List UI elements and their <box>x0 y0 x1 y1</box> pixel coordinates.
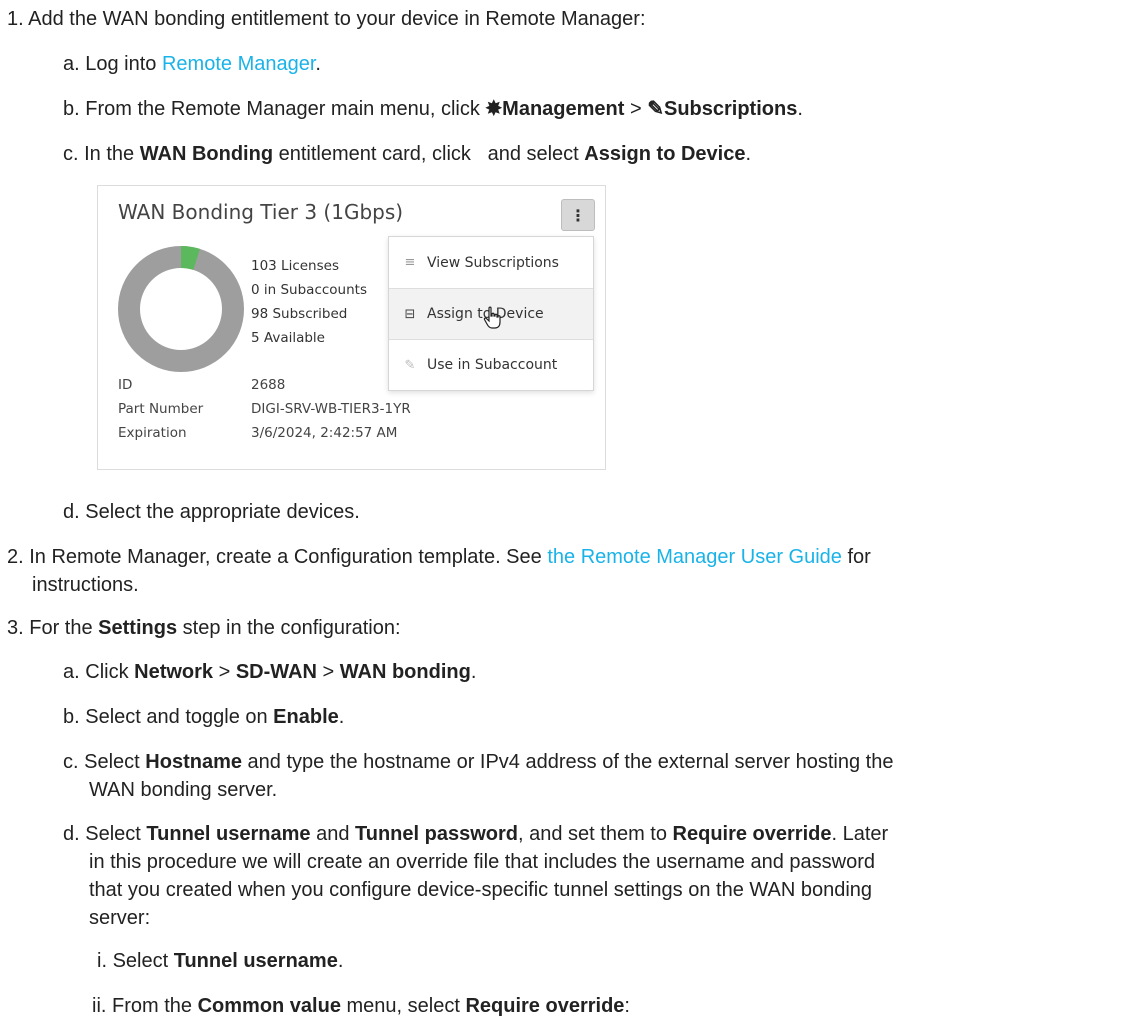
step-3c-line2: WAN bonding server. <box>89 779 278 801</box>
step-3a: a. Click Network > SD-WAN > WAN bonding. <box>63 661 477 683</box>
step-3: 3. For the Settings step in the configur… <box>7 617 401 639</box>
stat-licenses: 103 Licenses <box>251 258 339 274</box>
step-1a: a. Log into Remote Manager. <box>63 53 321 75</box>
step-2: 2. In Remote Manager, create a Configura… <box>7 546 871 568</box>
list-icon: ≡ <box>404 255 416 270</box>
meta-expiration-value: 3/6/2024, 2:42:57 AM <box>251 425 398 441</box>
step-3c: c. Select Hostname and type the hostname… <box>63 751 894 773</box>
pencil-icon: ✎ <box>404 357 416 373</box>
meta-expiration-label: Expiration <box>118 425 187 441</box>
donut-used-segment <box>118 246 244 372</box>
step-3d-line2: in this procedure we will create an over… <box>89 851 875 873</box>
license-donut-chart <box>118 246 244 372</box>
stat-subscribed: 98 Subscribed <box>251 306 348 322</box>
device-icon: ⊟ <box>404 306 416 322</box>
meta-id-label: ID <box>118 377 133 393</box>
step-1b: b. From the Remote Manager main menu, cl… <box>63 98 803 120</box>
entitlement-card: WAN Bonding Tier 3 (1Gbps) ⋮ 103 License… <box>97 185 606 470</box>
step-1c: c. In the WAN Bonding entitlement card, … <box>63 143 752 165</box>
menu-item-use-in-subaccount[interactable]: ✎ Use in Subaccount <box>389 339 593 390</box>
card-title: WAN Bonding Tier 3 (1Gbps) <box>118 200 404 224</box>
step-3d-ii: ii. From the Common value menu, select R… <box>92 995 630 1017</box>
management-icon: ✸ <box>485 98 503 120</box>
step-1: 1. Add the WAN bonding entitlement to yo… <box>7 8 646 30</box>
remote-manager-link[interactable]: Remote Manager <box>162 53 315 75</box>
step-3d-line3: that you created when you configure devi… <box>89 879 873 901</box>
stat-available: 5 Available <box>251 330 325 346</box>
step-2-line2: instructions. <box>32 574 139 596</box>
meta-id-value: 2688 <box>251 377 286 393</box>
hand-cursor-icon <box>483 306 501 329</box>
menu-item-view-subscriptions[interactable]: ≡ View Subscriptions <box>389 237 593 288</box>
step-3b: b. Select and toggle on Enable. <box>63 706 345 728</box>
step-1d: d. Select the appropriate devices. <box>63 501 360 523</box>
meta-part-value: DIGI-SRV-WB-TIER3-1YR <box>251 401 411 417</box>
stat-subaccounts: 0 in Subaccounts <box>251 282 367 298</box>
step-3d-line4: server: <box>89 907 151 929</box>
meta-part-label: Part Number <box>118 401 204 417</box>
kebab-menu-button[interactable]: ⋮ <box>561 199 595 231</box>
step-3d: d. Select Tunnel username and Tunnel pas… <box>63 823 889 845</box>
step-3d-i: i. Select Tunnel username. <box>97 950 344 972</box>
user-guide-link[interactable]: the Remote Manager User Guide <box>547 546 842 568</box>
subscriptions-icon: ✎ <box>647 98 664 120</box>
